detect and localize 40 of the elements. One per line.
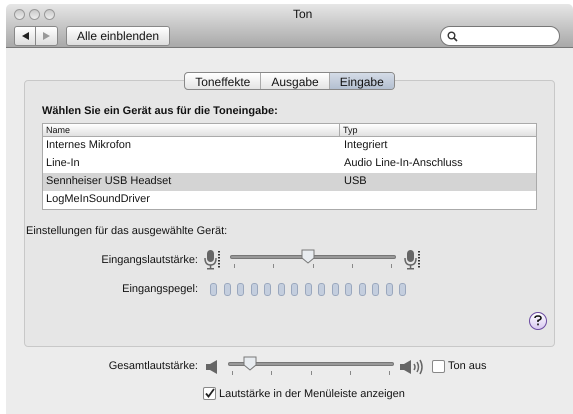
back-icon — [22, 32, 28, 40]
total-volume-label: Gesamtlautstärke: — [108, 359, 198, 374]
slider-thumb[interactable] — [243, 356, 258, 370]
section-heading: Einstellungen für das ausgewählte Gerät: — [26, 224, 228, 238]
input-level-label: Eingangspegel: — [121, 282, 198, 297]
tab[interactable]: Eingabe — [328, 73, 394, 89]
table-row[interactable]: Internes Mikrofon Integriert — [43, 136, 536, 154]
microphone-icon — [204, 249, 222, 271]
table-cell-text: Audio Line-In-Anschluss — [343, 156, 463, 172]
table-cell-text: USB — [343, 174, 367, 190]
forward-icon — [43, 32, 50, 40]
table-row[interactable]: Sennheiser USB Headset USB — [43, 172, 536, 190]
window-control[interactable] — [14, 8, 25, 20]
tab[interactable]: Toneffekte — [185, 73, 260, 89]
table-row[interactable]: LogMeInSoundDriver — [43, 190, 536, 208]
section-heading: Wählen Sie ein Gerät aus für die Toneingabe: — [42, 104, 279, 119]
checkbox[interactable] — [432, 360, 445, 373]
input-volume-slider[interactable] — [230, 249, 396, 271]
column-header[interactable]: Name — [43, 124, 340, 136]
table-cell-text: Integriert — [343, 138, 388, 154]
input-volume-label: Eingangslautstärke: — [100, 252, 198, 268]
speaker-icon — [206, 360, 218, 374]
window-control[interactable] — [29, 8, 40, 20]
window-title: Ton — [293, 6, 312, 23]
show-all-button[interactable]: Alle einblenden — [66, 26, 170, 46]
checkbox[interactable] — [203, 387, 216, 400]
window-control[interactable] — [44, 8, 55, 20]
column-header[interactable]: Typ — [340, 124, 358, 136]
table-cell-text: LogMeInSoundDriver — [45, 192, 151, 208]
mute-label: Ton aus — [448, 359, 487, 374]
table-cell-text: Internes Mikrofon — [45, 138, 132, 154]
menubar-label: Lautstärke in der Menüleiste anzeigen — [219, 386, 405, 402]
table-cell-text: Sennheiser USB Headset — [45, 174, 172, 190]
help-icon — [534, 315, 542, 326]
table-row[interactable]: Line-In Audio Line-In-Anschluss — [43, 154, 536, 172]
table-cell-text: Line-In — [45, 156, 81, 172]
total-volume-slider[interactable] — [228, 356, 394, 378]
microphone-icon — [404, 249, 422, 271]
search-icon — [447, 30, 458, 42]
search-field[interactable] — [440, 26, 560, 46]
